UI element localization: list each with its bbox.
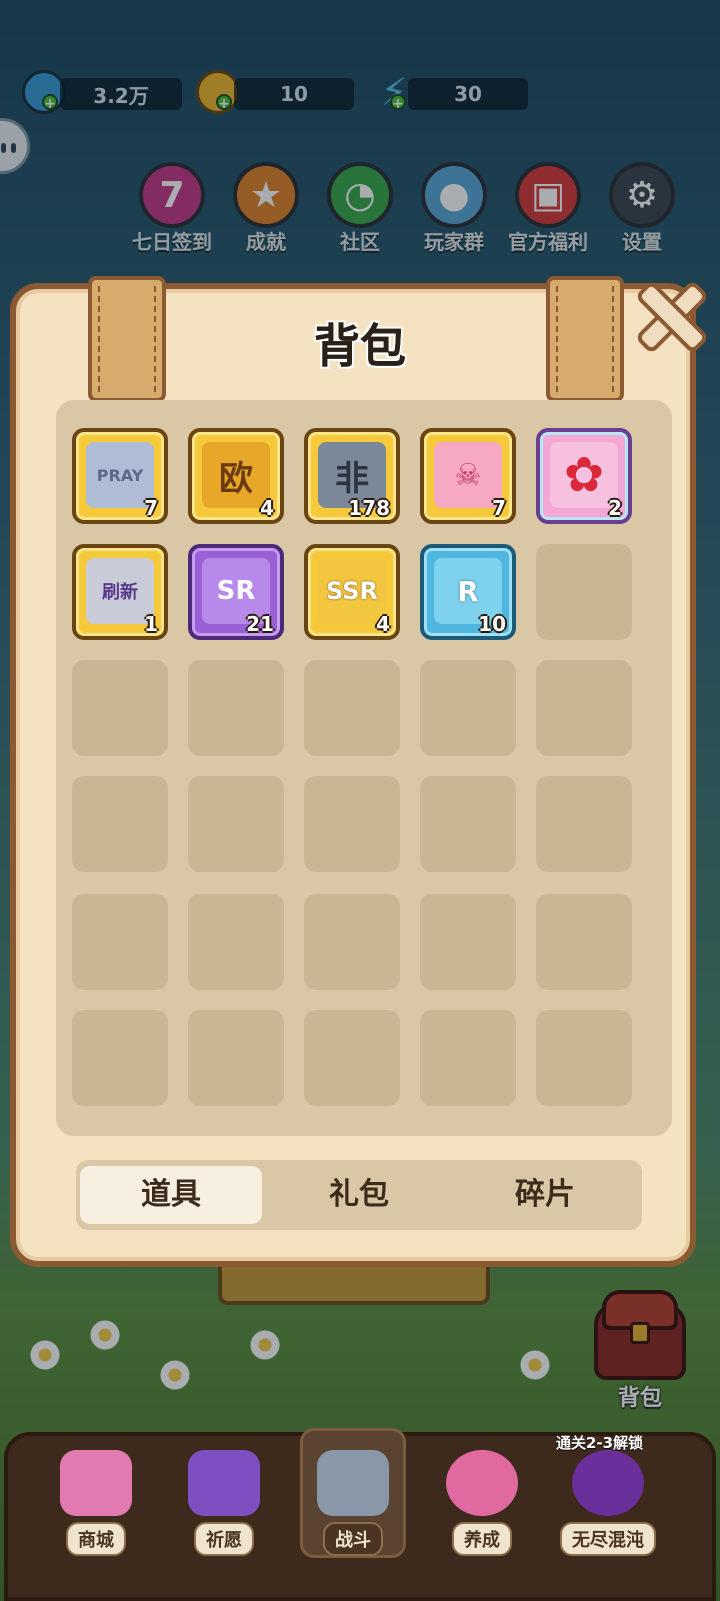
paw-icon bbox=[446, 1450, 518, 1516]
item-slot[interactable]: PRAY 7 bbox=[72, 428, 168, 524]
tab-gift-packs[interactable]: 礼包 bbox=[268, 1166, 450, 1224]
gear-icon: ⚙ bbox=[609, 162, 675, 228]
item-quantity: 2 bbox=[608, 496, 622, 520]
item-quantity: 7 bbox=[492, 496, 506, 520]
empty-slot bbox=[304, 1010, 400, 1106]
empty-slot bbox=[188, 894, 284, 990]
nav-wish[interactable]: 祈愿 bbox=[174, 1450, 274, 1556]
item-slot[interactable]: ☠ 7 bbox=[420, 428, 516, 524]
backpack-button[interactable] bbox=[590, 1290, 690, 1385]
item-slot[interactable]: 刷新 1 bbox=[72, 544, 168, 640]
nav-label: 祈愿 bbox=[194, 1522, 254, 1556]
empty-slot bbox=[304, 776, 400, 872]
gift-icon: ▣ bbox=[515, 162, 581, 228]
item-quantity: 178 bbox=[348, 496, 390, 520]
item-slot[interactable]: ✿ 2 bbox=[536, 428, 632, 524]
item-quantity: 4 bbox=[260, 496, 274, 520]
nav-label: 无尽混沌 bbox=[560, 1522, 656, 1556]
tab-fragments[interactable]: 碎片 bbox=[454, 1166, 636, 1224]
trophy-icon: ★ bbox=[233, 162, 299, 228]
tab-items[interactable]: 道具 bbox=[80, 1166, 262, 1224]
menu-label: 玩家群 bbox=[424, 230, 484, 254]
empty-slot bbox=[72, 894, 168, 990]
penguin-icon: ● bbox=[421, 162, 487, 228]
empty-slot bbox=[536, 544, 632, 640]
coin-count: 10 bbox=[280, 82, 308, 106]
empty-slot bbox=[188, 660, 284, 756]
empty-slot bbox=[536, 660, 632, 756]
nav-shop[interactable]: 商城 bbox=[46, 1450, 146, 1556]
empty-slot bbox=[420, 776, 516, 872]
chat-button[interactable] bbox=[0, 118, 30, 174]
menu-label: 成就 bbox=[246, 230, 286, 254]
item-quantity: 7 bbox=[144, 496, 158, 520]
nav-cultivate[interactable]: 养成 bbox=[432, 1450, 532, 1556]
crossed-swords-icon bbox=[317, 1450, 389, 1516]
item-quantity: 10 bbox=[478, 612, 506, 636]
item-slot[interactable]: SSR 4 bbox=[304, 544, 400, 640]
menu-player-group[interactable]: ● 玩家群 bbox=[414, 162, 494, 255]
empty-slot bbox=[304, 894, 400, 990]
wish-card-icon bbox=[188, 1450, 260, 1516]
item-grid: PRAY 7 欧 4 非 178 ☠ 7 ✿ 2 刷新 1 SR 21 SSR … bbox=[56, 400, 672, 1136]
empty-slot bbox=[536, 776, 632, 872]
empty-slot bbox=[420, 894, 516, 990]
empty-slot bbox=[536, 894, 632, 990]
empty-slot bbox=[72, 1010, 168, 1106]
add-energy-icon[interactable]: + bbox=[390, 94, 406, 112]
empty-slot bbox=[72, 776, 168, 872]
menu-label: 社区 bbox=[340, 230, 380, 254]
empty-slot bbox=[188, 1010, 284, 1106]
empty-slot bbox=[304, 660, 400, 756]
menu-achievements[interactable]: ★ 成就 bbox=[226, 162, 306, 255]
item-quantity: 1 bbox=[144, 612, 158, 636]
backpack-label: 背包 bbox=[617, 1386, 662, 1411]
seven-day-icon: 7 bbox=[139, 162, 205, 228]
menu-official-benefits[interactable]: ▣ 官方福利 bbox=[508, 162, 588, 255]
empty-slot bbox=[420, 1010, 516, 1106]
close-icon[interactable] bbox=[634, 280, 700, 346]
shop-icon bbox=[60, 1450, 132, 1516]
nav-battle[interactable]: 战斗 bbox=[303, 1450, 403, 1556]
menu-seven-day-signin[interactable]: 7 七日签到 bbox=[132, 162, 212, 255]
menu-settings[interactable]: ⚙ 设置 bbox=[602, 162, 682, 255]
item-slot[interactable]: 非 178 bbox=[304, 428, 400, 524]
item-slot[interactable]: R 10 bbox=[420, 544, 516, 640]
chat-bubble-icon: ◔ bbox=[327, 162, 393, 228]
nav-endless-chaos[interactable]: 无尽混沌 bbox=[558, 1450, 658, 1556]
empty-slot bbox=[536, 1010, 632, 1106]
menu-label: 官方福利 bbox=[508, 230, 588, 254]
menu-community[interactable]: ◔ 社区 bbox=[320, 162, 400, 255]
lock-icon bbox=[572, 1450, 644, 1516]
add-coin-icon[interactable]: + bbox=[216, 94, 232, 112]
menu-label: 七日签到 bbox=[132, 230, 212, 254]
energy-count: 30 bbox=[454, 82, 482, 106]
gem-count: 3.2万 bbox=[93, 83, 149, 108]
nav-label: 商城 bbox=[66, 1522, 126, 1556]
empty-slot bbox=[188, 776, 284, 872]
empty-slot bbox=[420, 660, 516, 756]
item-slot[interactable]: SR 21 bbox=[188, 544, 284, 640]
empty-slot bbox=[72, 660, 168, 756]
item-quantity: 4 bbox=[376, 612, 390, 636]
item-quantity: 21 bbox=[246, 612, 274, 636]
item-slot[interactable]: 欧 4 bbox=[188, 428, 284, 524]
menu-label: 设置 bbox=[622, 230, 662, 254]
nav-label: 战斗 bbox=[323, 1522, 383, 1556]
nav-label: 养成 bbox=[452, 1522, 512, 1556]
add-gem-icon[interactable]: + bbox=[42, 94, 58, 112]
modal-title: 背包 bbox=[314, 319, 406, 373]
